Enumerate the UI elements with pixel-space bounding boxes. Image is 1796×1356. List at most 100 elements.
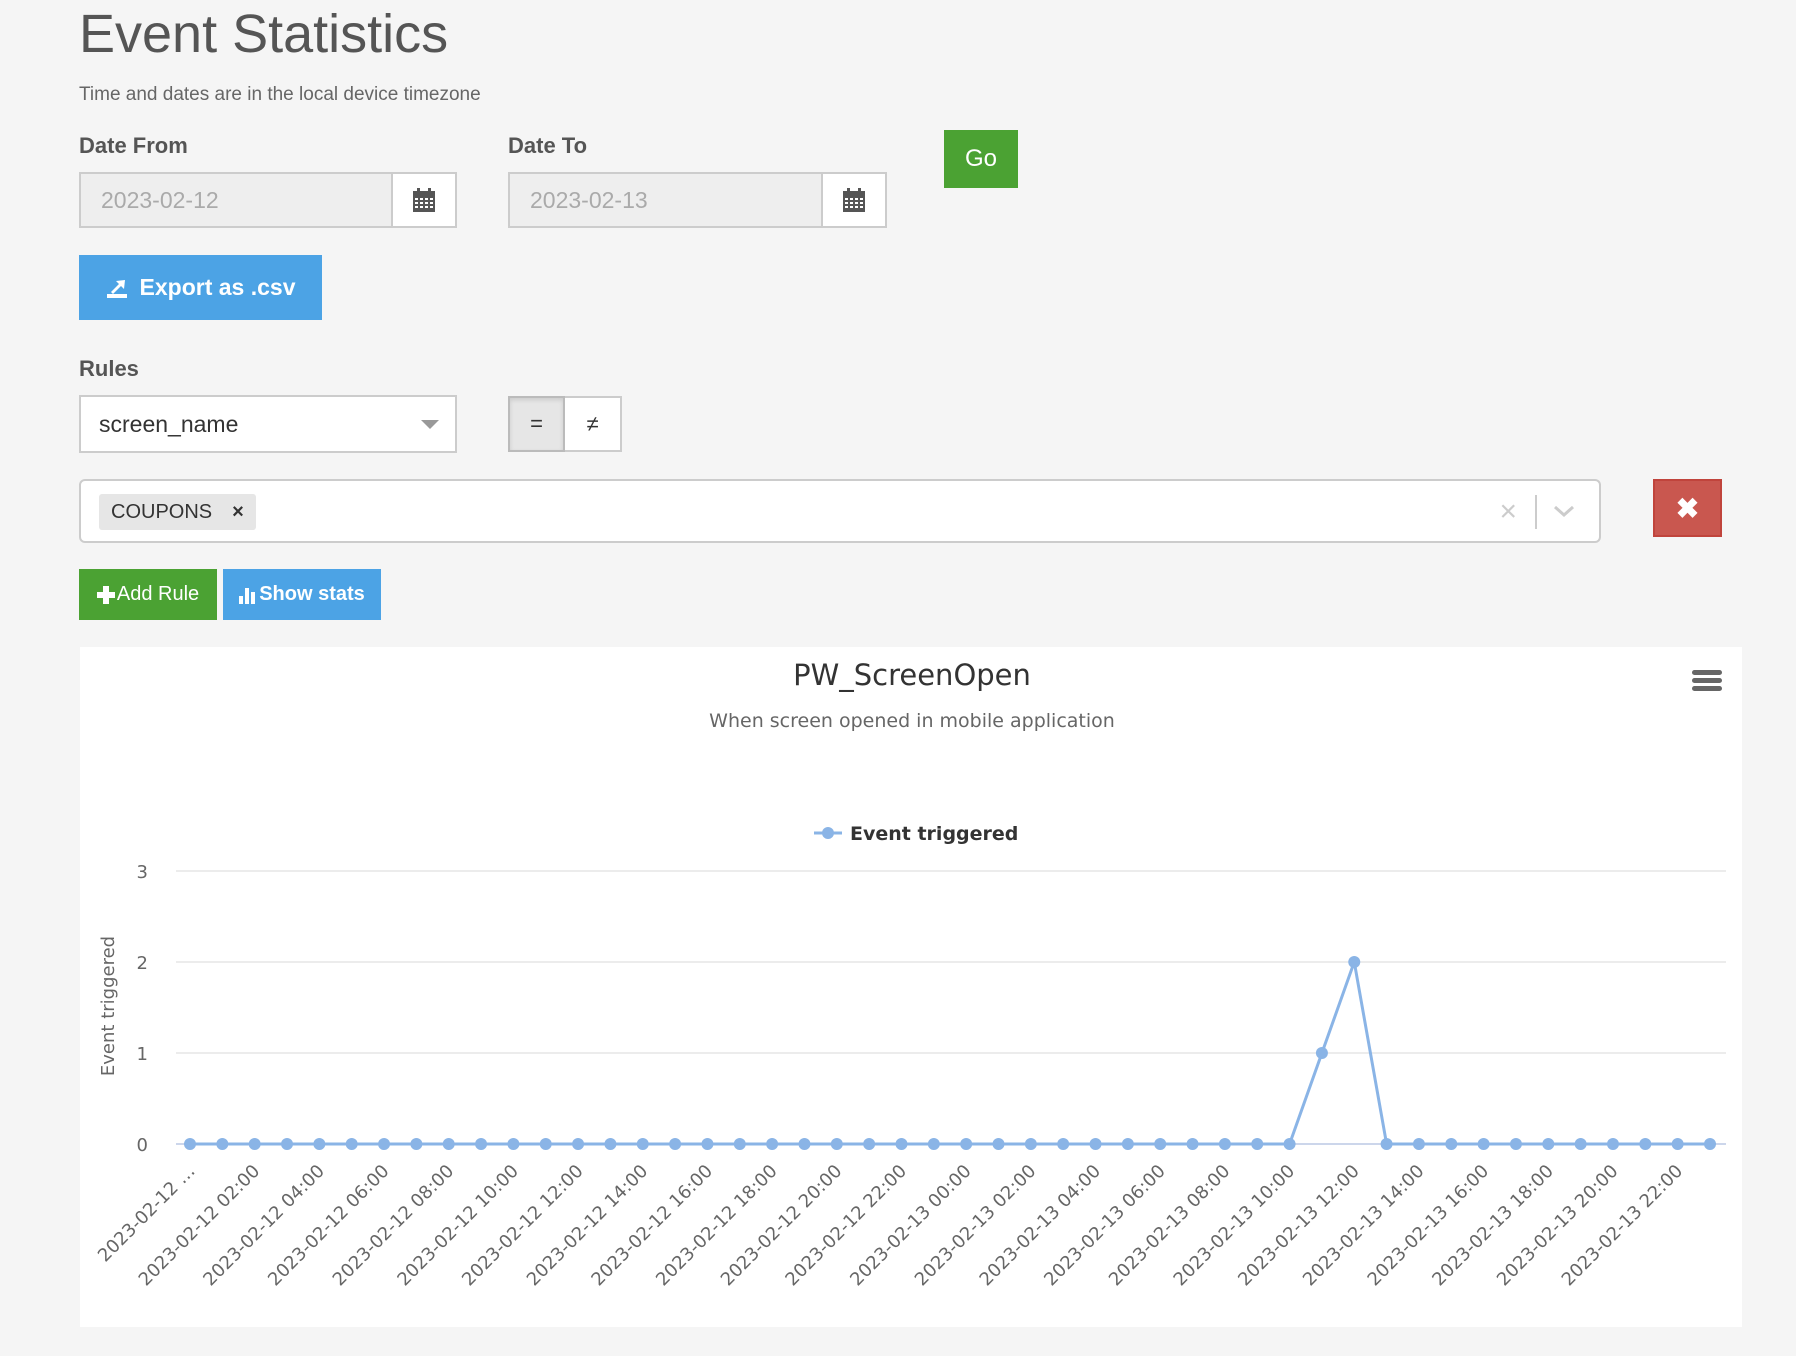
date-from-calendar-button[interactable] — [391, 174, 455, 226]
x-tick-label: 2023-02-12 04:00 — [199, 1161, 329, 1291]
data-point[interactable] — [1639, 1138, 1652, 1150]
data-point[interactable] — [830, 1138, 843, 1150]
data-point[interactable] — [798, 1138, 811, 1150]
line-chart: PW_ScreenOpen When screen opened in mobi… — [94, 658, 1726, 1291]
data-point[interactable] — [1542, 1138, 1555, 1150]
data-point[interactable] — [281, 1138, 294, 1150]
data-point[interactable] — [863, 1138, 876, 1150]
rule-field-select[interactable]: screen_name — [79, 395, 457, 453]
operator-equals-button[interactable]: = — [508, 396, 565, 452]
chart-legend[interactable]: Event triggered — [814, 823, 1018, 845]
data-point[interactable] — [1089, 1138, 1102, 1150]
date-to-calendar-button[interactable] — [821, 174, 885, 226]
data-point[interactable] — [1315, 1047, 1328, 1059]
x-tick-label: 2023-02-12 10:00 — [393, 1161, 523, 1291]
remove-tag-icon[interactable]: × — [232, 501, 244, 524]
go-button[interactable]: Go — [944, 130, 1018, 188]
show-stats-button[interactable]: Show stats — [223, 569, 381, 620]
data-point[interactable] — [1509, 1138, 1522, 1150]
data-point[interactable] — [507, 1138, 520, 1150]
data-point[interactable] — [475, 1138, 488, 1150]
x-tick-label: 2023-02-13 14:00 — [1299, 1161, 1429, 1291]
date-to-label: Date To — [508, 133, 588, 158]
data-point[interactable] — [701, 1138, 714, 1150]
data-point[interactable] — [927, 1138, 940, 1150]
data-point[interactable] — [410, 1138, 423, 1150]
data-point[interactable] — [733, 1138, 746, 1150]
y-tick-label: 2 — [137, 953, 148, 974]
chart-card: PW_ScreenOpen When screen opened in mobi… — [80, 647, 1742, 1327]
calendar-icon — [413, 188, 435, 212]
export-csv-label: Export as .csv — [139, 274, 296, 300]
data-point[interactable] — [1251, 1138, 1264, 1150]
data-point[interactable] — [1121, 1138, 1134, 1150]
operator-toggle: = ≠ — [508, 396, 622, 452]
x-tick-label: 2023-02-13 02:00 — [911, 1161, 1041, 1291]
data-point[interactable] — [960, 1138, 973, 1150]
clear-values-icon[interactable]: × — [1499, 495, 1517, 529]
y-tick-label: 0 — [137, 1135, 148, 1156]
data-point[interactable] — [216, 1138, 229, 1150]
data-point[interactable] — [442, 1138, 455, 1150]
data-point[interactable] — [313, 1138, 326, 1150]
timezone-note: Time and dates are in the local device t… — [79, 84, 481, 105]
data-point[interactable] — [1154, 1138, 1167, 1150]
data-point[interactable] — [895, 1138, 908, 1150]
data-point[interactable] — [766, 1138, 779, 1150]
data-point[interactable] — [1186, 1138, 1199, 1150]
x-tick-label: 2023-02-13 18:00 — [1428, 1161, 1558, 1291]
rule-field-value: screen_name — [99, 410, 239, 437]
divider — [1535, 495, 1537, 529]
rules-label: Rules — [79, 356, 139, 381]
x-tick-label: 2023-02-13 16:00 — [1364, 1161, 1494, 1291]
data-point[interactable] — [345, 1138, 358, 1150]
date-from-picker: 2023-02-12 — [79, 172, 457, 228]
data-point[interactable] — [1477, 1138, 1490, 1150]
chart-menu-icon[interactable] — [1692, 670, 1722, 694]
data-point[interactable] — [539, 1138, 552, 1150]
remove-rule-button[interactable]: ✖ — [1653, 479, 1722, 537]
x-tick-label: 2023-02-13 00:00 — [846, 1161, 976, 1291]
data-point[interactable] — [1380, 1138, 1393, 1150]
data-point[interactable] — [572, 1138, 585, 1150]
x-tick-label: 2023-02-13 20:00 — [1493, 1161, 1623, 1291]
data-point[interactable] — [1024, 1138, 1037, 1150]
data-point[interactable] — [1445, 1138, 1458, 1150]
date-to-input[interactable]: 2023-02-13 — [510, 174, 821, 226]
data-point[interactable] — [669, 1138, 682, 1150]
data-point[interactable] — [1348, 956, 1361, 968]
x-tick-label: 2023-02-12 16:00 — [587, 1161, 717, 1291]
add-rule-button[interactable]: Add Rule — [79, 569, 217, 620]
chart-subtitle: When screen opened in mobile application — [709, 710, 1115, 732]
caret-down-icon — [421, 420, 439, 429]
data-point[interactable] — [1704, 1138, 1716, 1150]
data-point[interactable] — [992, 1138, 1005, 1150]
data-point[interactable] — [1574, 1138, 1587, 1150]
data-point[interactable] — [184, 1138, 196, 1150]
x-tick-label: 2023-02-13 12:00 — [1234, 1161, 1364, 1291]
show-stats-label: Show stats — [259, 583, 365, 605]
legend-marker-icon — [822, 827, 834, 839]
x-tick-label: 2023-02-12 12:00 — [458, 1161, 588, 1291]
data-point[interactable] — [1671, 1138, 1684, 1150]
calendar-icon — [843, 188, 865, 212]
plus-icon — [96, 585, 115, 604]
data-point[interactable] — [1218, 1138, 1231, 1150]
date-from-input[interactable]: 2023-02-12 — [81, 174, 391, 226]
page-title: Event Statistics — [79, 4, 449, 64]
chart-title: PW_ScreenOpen — [793, 658, 1031, 692]
chevron-down-icon[interactable] — [1549, 495, 1579, 525]
data-point[interactable] — [1606, 1138, 1619, 1150]
value-tag-label: COUPONS — [111, 500, 213, 523]
rule-values-multiselect[interactable]: COUPONS × × — [79, 479, 1601, 543]
operator-not-equals-button[interactable]: ≠ — [565, 396, 622, 452]
x-tick-label: 2023-02-12 20:00 — [717, 1161, 847, 1291]
data-point[interactable] — [636, 1138, 649, 1150]
data-point[interactable] — [1057, 1138, 1070, 1150]
data-point[interactable] — [604, 1138, 617, 1150]
data-point[interactable] — [1412, 1138, 1425, 1150]
export-csv-button[interactable]: Export as .csv — [79, 255, 322, 320]
data-point[interactable] — [1283, 1138, 1296, 1150]
data-point[interactable] — [248, 1138, 261, 1150]
data-point[interactable] — [378, 1138, 391, 1150]
